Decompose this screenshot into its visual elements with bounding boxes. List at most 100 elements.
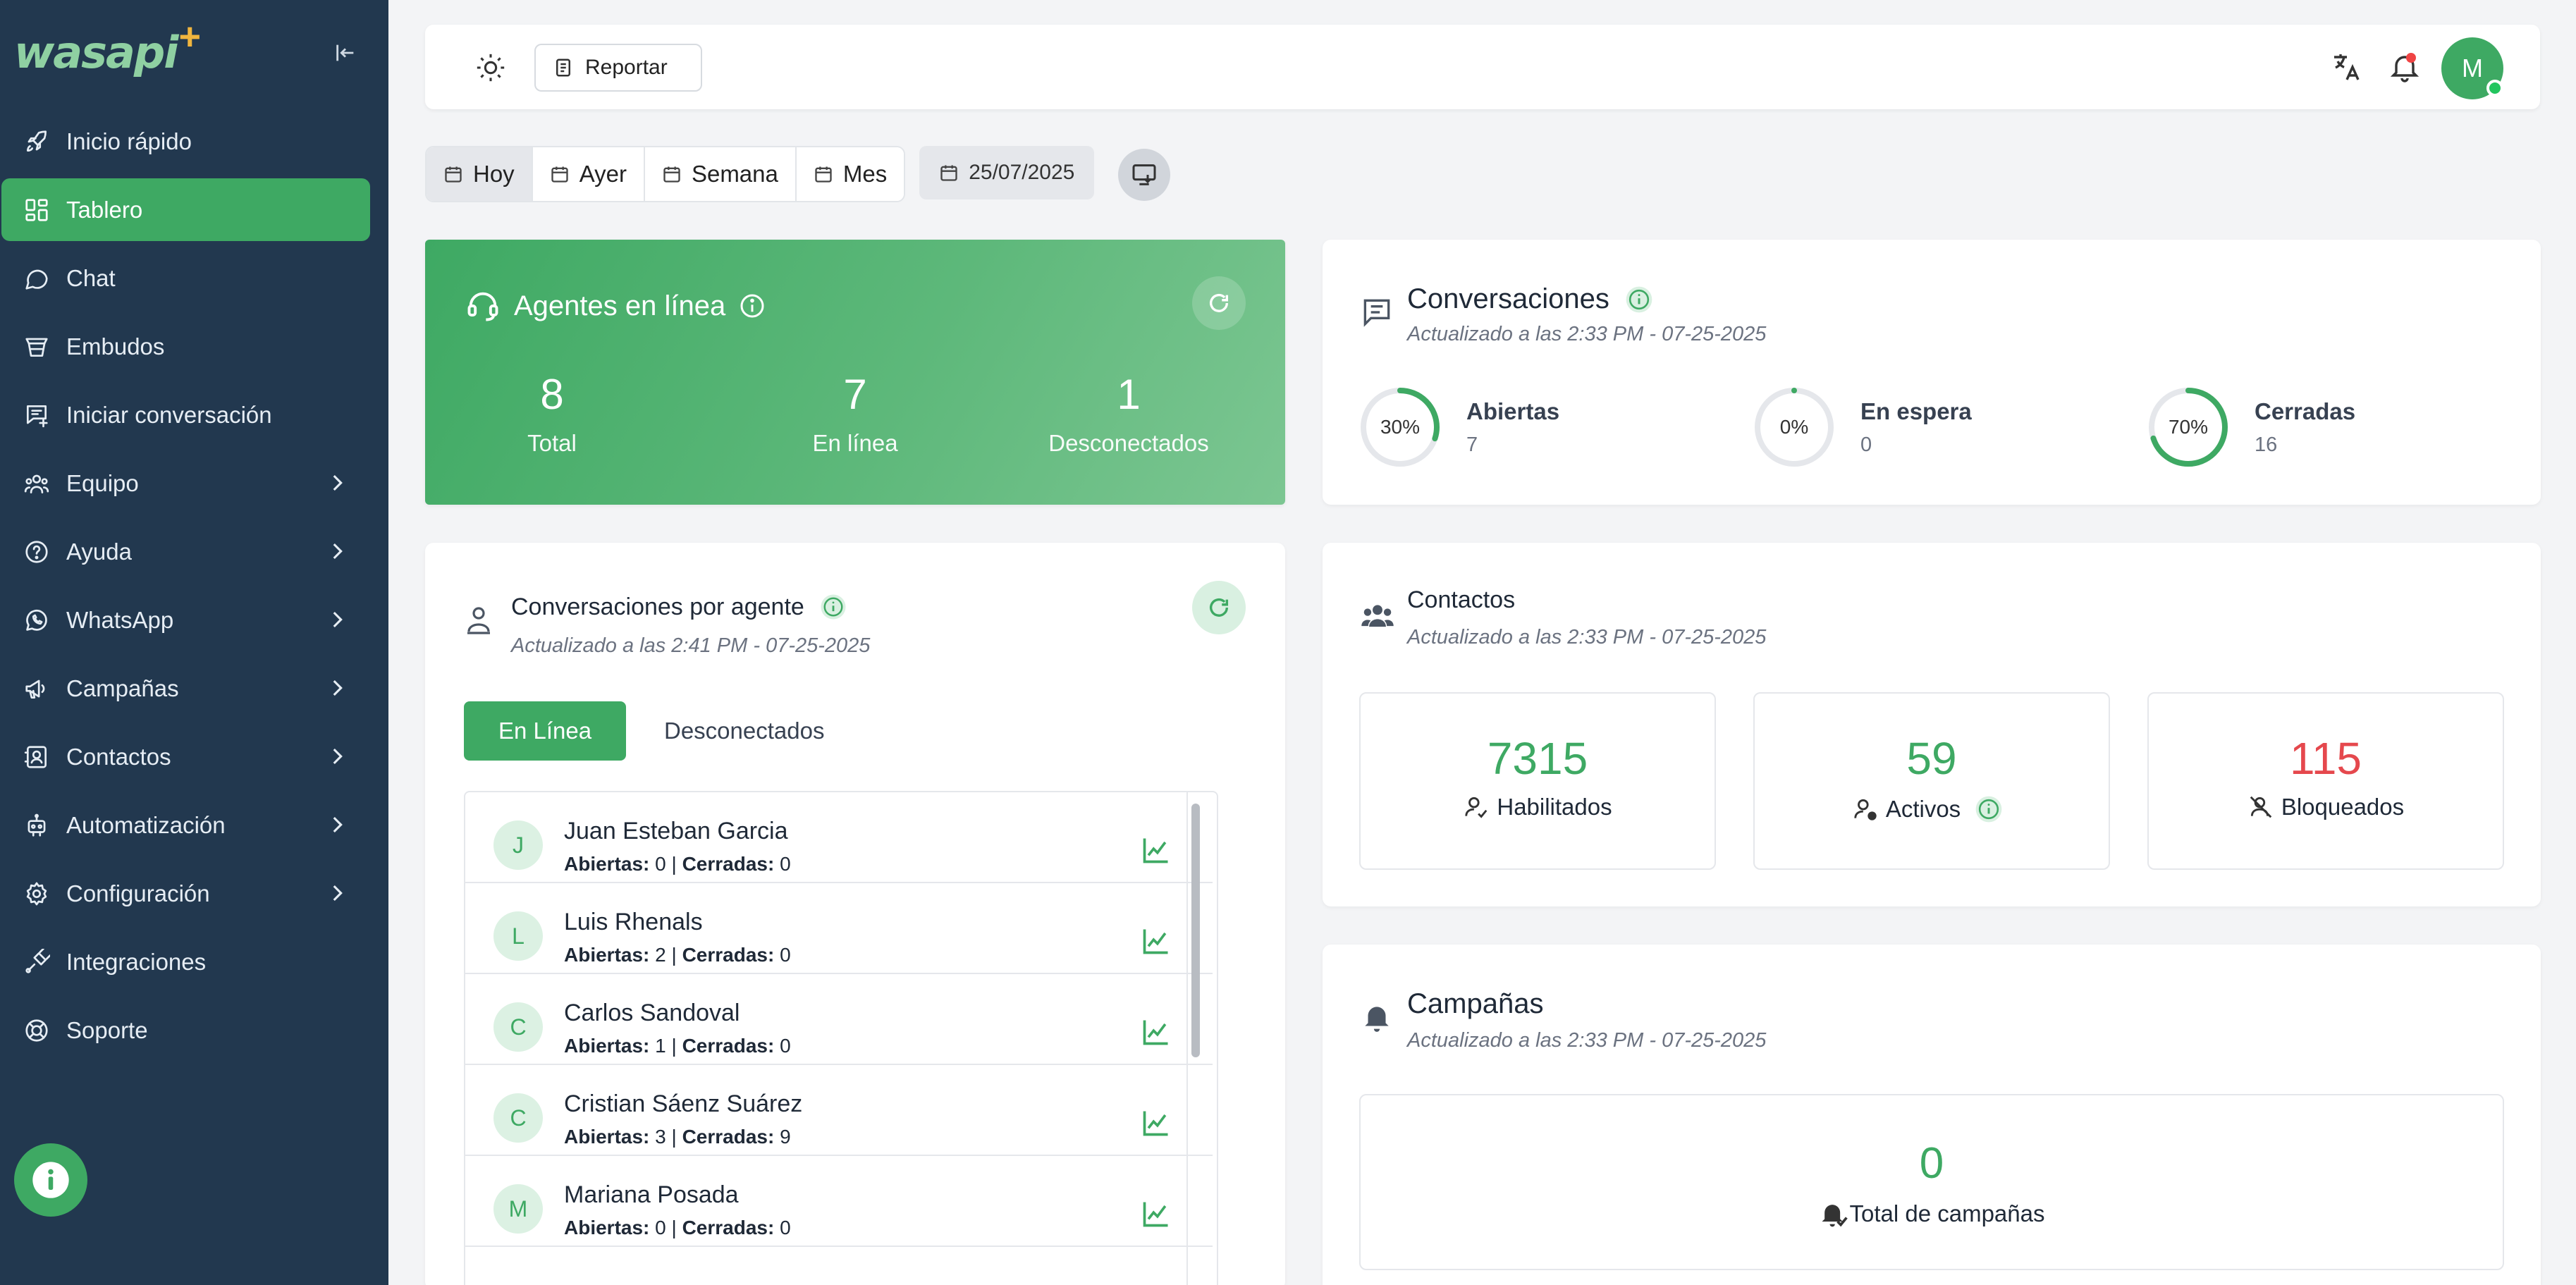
theme-toggle-icon[interactable]	[474, 51, 507, 84]
agent-tabs: En Línea Desconectados	[464, 701, 824, 761]
ring-percent: 30%	[1380, 416, 1421, 438]
chevron-right-icon	[325, 744, 349, 768]
agent-name: Carlos Sandoval	[564, 1000, 740, 1026]
open-label: Abiertas:	[564, 853, 650, 875]
sidebar-item-chat[interactable]: Chat	[1, 247, 370, 309]
open-label: Abiertas:	[564, 1035, 650, 1057]
period-semana[interactable]: Semana	[644, 147, 797, 201]
agent-open-count: 2	[655, 944, 666, 966]
contacts-enabled-box: 7315 Habilitados	[1359, 692, 1716, 870]
campaigns-updated: Actualizado a las 2:33 PM - 07-25-2025	[1407, 1029, 1767, 1052]
contacts-enabled-label: Habilitados	[1497, 794, 1612, 820]
user-active-icon	[1854, 799, 1877, 820]
conversation-stat: 70% Cerradas 16	[2147, 386, 2355, 468]
line-chart-icon[interactable]	[1141, 835, 1172, 866]
agents-online-card: Agentes en línea 8 Total 7 En línea 1 De…	[425, 240, 1285, 505]
sidebar-item-iniciar-conversacion[interactable]: Iniciar conversación	[1, 383, 370, 446]
agent-closed-count: 0	[780, 853, 791, 875]
sidebar-item-whatsapp[interactable]: WhatsApp	[1, 589, 370, 651]
agent-stats: Abiertas: 1 | Cerradas: 0	[564, 1035, 791, 1057]
period-label: Semana	[691, 161, 778, 187]
sidebar-item-soporte[interactable]: Soporte	[1, 999, 370, 1062]
report-button[interactable]: Reportar	[534, 44, 702, 92]
chevron-right-icon	[325, 608, 349, 632]
calendar-icon	[940, 165, 957, 181]
message-icon	[1363, 299, 1390, 327]
sidebar-item-campanas[interactable]: Campañas	[1, 657, 370, 720]
agent-name: Mariana Posada	[564, 1181, 739, 1208]
agent-name: Luis Rhenals	[564, 909, 703, 935]
agents-total-label: Total	[527, 430, 577, 456]
closed-label: Cerradas:	[682, 853, 775, 875]
sidebar-item-ayuda[interactable]: Ayuda	[1, 520, 370, 583]
ring-percent: 0%	[1779, 416, 1809, 438]
sidebar-item-tablero[interactable]: Tablero	[1, 178, 370, 241]
contacts-blocked-label: Bloqueados	[2281, 794, 2405, 820]
calendar-icon	[815, 166, 832, 183]
sidebar-item-label: Iniciar conversación	[66, 401, 272, 428]
sidebar-item-inicio-rapido[interactable]: Inicio rápido	[1, 110, 370, 173]
collapse-sidebar-icon[interactable]	[331, 39, 360, 67]
agent-row[interactable]: C Cristian Sáenz Suárez Abiertas: 3 | Cerr…	[465, 1065, 1213, 1156]
agent-row[interactable]: M Mariana Posada Abiertas: 0 | Cerradas: 0	[465, 1156, 1213, 1247]
sidebar-item-label: Soporte	[66, 1016, 148, 1043]
conversation-stat-label: Abiertas	[1466, 398, 1560, 424]
campaigns-total-box: 0 Total de campañas	[1359, 1094, 2504, 1270]
agent-name: Cristian Sáenz Suárez	[564, 1090, 803, 1117]
line-chart-icon[interactable]	[1141, 926, 1172, 957]
closed-label: Cerradas:	[682, 1217, 775, 1238]
user-blocked-icon	[2250, 796, 2272, 818]
agent-list-scroll-thumb[interactable]	[1191, 804, 1200, 1057]
agent-row-partial[interactable]	[465, 1247, 1213, 1285]
conversations-per-agent-card: Conversaciones por agente Actualizado a …	[425, 543, 1285, 1285]
refresh-agents-button[interactable]	[1192, 276, 1246, 330]
logo[interactable]: wasapi +	[14, 16, 201, 80]
export-button[interactable]	[1118, 149, 1171, 201]
agent-stats: Abiertas: 3 | Cerradas: 9	[564, 1126, 791, 1148]
info-icon	[1626, 286, 1652, 312]
period-mes[interactable]: Mes	[796, 147, 904, 201]
campaigns-total-value: 0	[1919, 1139, 1944, 1188]
agents-online-label: En línea	[812, 430, 898, 456]
agent-row[interactable]: C Carlos Sandoval Abiertas: 1 | Cerradas: …	[465, 974, 1213, 1065]
conversation-stat: 30% Abiertas 7	[1359, 386, 1559, 468]
sidebar-item-equipo[interactable]: Equipo	[1, 452, 370, 515]
tab-online[interactable]: En Línea	[464, 701, 626, 761]
line-chart-icon[interactable]	[1141, 1016, 1172, 1047]
conv-by-agent-title: Conversaciones por agente	[511, 593, 804, 620]
monitor-download-icon	[1132, 164, 1156, 185]
rocket-icon	[23, 128, 51, 156]
notifications-icon[interactable]	[2388, 50, 2422, 84]
sidebar-item-integraciones[interactable]: Integraciones	[1, 930, 370, 993]
sidebar-item-contactos[interactable]: Contactos	[1, 725, 370, 788]
tab-offline[interactable]: Desconectados	[664, 718, 824, 744]
sidebar-item-label: Configuración	[66, 880, 210, 906]
contacts-card: Contactos Actualizado a las 2:33 PM - 07…	[1323, 543, 2541, 906]
headset-icon	[467, 292, 498, 321]
megaphone-icon	[23, 675, 51, 703]
period-hoy[interactable]: Hoy	[427, 147, 533, 201]
conversation-stat: 0% En espera 0	[1753, 386, 1972, 468]
contacts-updated: Actualizado a las 2:33 PM - 07-25-2025	[1407, 626, 1767, 648]
agent-row[interactable]: J Juan Esteban Garcia Abiertas: 0 | Cerrad…	[465, 792, 1213, 883]
calendar-icon	[663, 166, 680, 183]
agent-avatar: J	[493, 820, 543, 870]
line-chart-icon[interactable]	[1141, 1107, 1172, 1138]
sidebar-item-configuracion[interactable]: Configuración	[1, 862, 370, 925]
conversation-stat-label: En espera	[1860, 398, 1972, 424]
contacts-blocked-value: 115	[2289, 733, 2362, 784]
sidebar-item-embudos[interactable]: Embudos	[1, 315, 370, 378]
period-ayer[interactable]: Ayer	[532, 147, 645, 201]
translate-icon[interactable]	[2329, 50, 2362, 84]
agent-row[interactable]: L Luis Rhenals Abiertas: 2 | Cerradas: 0	[465, 883, 1213, 974]
conversations-card: Conversaciones Actualizado a las 2:33 PM…	[1323, 240, 2541, 505]
chevron-right-icon	[325, 813, 349, 837]
info-button[interactable]	[14, 1143, 87, 1217]
refresh-conv-by-agent-button[interactable]	[1192, 581, 1246, 634]
sidebar-item-automatizacion[interactable]: Automatización	[1, 794, 370, 856]
period-selector: Hoy Ayer Semana Mes	[425, 146, 906, 202]
line-chart-icon[interactable]	[1141, 1198, 1172, 1229]
contacts-enabled-value: 7315	[1487, 733, 1588, 784]
date-value: 25/07/2025	[969, 161, 1075, 184]
date-picker[interactable]: 25/07/2025	[919, 146, 1095, 199]
